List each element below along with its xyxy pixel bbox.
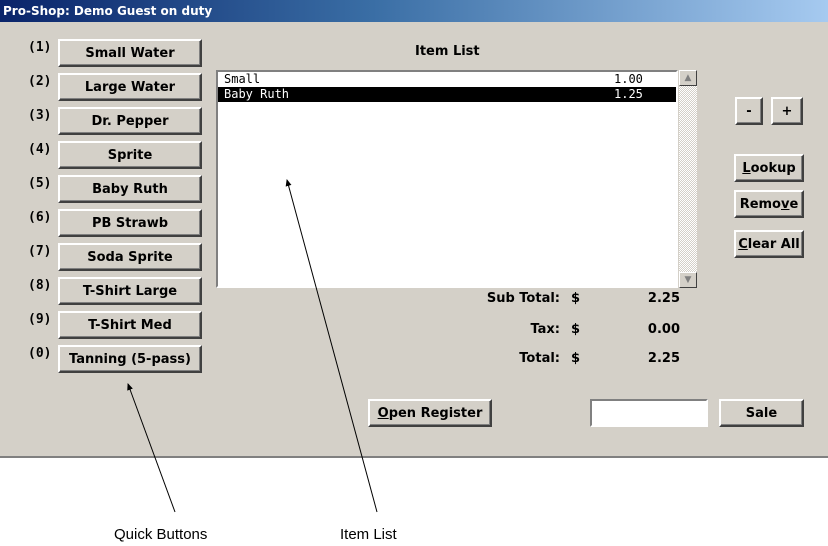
scroll-down-arrow-icon[interactable]: ▼ <box>679 272 697 288</box>
clear-all-label: lear All <box>747 236 800 252</box>
quick-button-dr-pepper[interactable]: Dr. Pepper <box>58 107 202 135</box>
item-price: 1.25 <box>614 87 643 101</box>
window-title: Pro-Shop: Demo Guest on duty <box>0 0 828 22</box>
quick-button-large-water[interactable]: Large Water <box>58 73 202 101</box>
increment-button[interactable]: + <box>771 97 803 125</box>
quick-key-8: (8) <box>28 278 52 293</box>
quick-key-3: (3) <box>28 108 52 123</box>
quick-key-6: (6) <box>28 210 52 225</box>
subtotal-currency: $ <box>571 291 581 306</box>
clear-all-mnemonic: C <box>738 236 748 252</box>
open-register-mnemonic: O <box>377 405 389 421</box>
quick-button-baby-ruth[interactable]: Baby Ruth <box>58 175 202 203</box>
quick-button-tshirt-med[interactable]: T-Shirt Med <box>58 311 202 339</box>
item-list-caption: Item List <box>340 526 397 543</box>
pro-shop-window: Pro-Shop: Demo Guest on duty (1) Small W… <box>0 0 828 458</box>
list-item-selected[interactable]: Baby Ruth 1.25 <box>218 87 676 102</box>
total-currency: $ <box>571 351 581 366</box>
lookup-button[interactable]: Lookup <box>734 154 804 182</box>
total-label: Total: <box>519 351 560 366</box>
item-name: Small <box>224 72 261 86</box>
quick-key-5: (5) <box>28 176 52 191</box>
item-name: Baby Ruth <box>224 87 290 101</box>
subtotal-label: Sub Total: <box>486 291 560 306</box>
quick-button-pb-strawb[interactable]: PB Strawb <box>58 209 202 237</box>
remove-label-rest: e <box>789 196 799 212</box>
tax-currency: $ <box>571 322 581 337</box>
remove-label-pre: Remo <box>739 196 781 212</box>
item-list-heading: Item List <box>415 44 480 59</box>
quick-button-small-water[interactable]: Small Water <box>58 39 202 67</box>
open-register-button[interactable]: Open Register <box>368 399 492 427</box>
decrement-button[interactable]: - <box>735 97 763 125</box>
sale-button[interactable]: Sale <box>719 399 804 427</box>
quick-button-tanning[interactable]: Tanning (5-pass) <box>58 345 202 373</box>
quick-key-4: (4) <box>28 142 52 157</box>
list-item[interactable]: Small 1.00 <box>218 72 676 87</box>
quick-key-9: (9) <box>28 312 52 327</box>
quick-buttons-caption: Quick Buttons <box>114 526 208 543</box>
subtotal-value: 2.25 <box>647 291 680 306</box>
quick-button-soda-sprite[interactable]: Soda Sprite <box>58 243 202 271</box>
item-price: 1.00 <box>614 72 643 86</box>
tax-label: Tax: <box>530 322 560 337</box>
remove-button[interactable]: Remo v e <box>734 190 804 218</box>
remove-mnemonic: v <box>781 196 790 212</box>
quick-button-tshirt-large[interactable]: T-Shirt Large <box>58 277 202 305</box>
quick-key-0: (0) <box>28 346 52 361</box>
lookup-label: ookup <box>750 160 796 176</box>
amount-input[interactable] <box>590 399 708 427</box>
quick-key-1: (1) <box>28 40 52 55</box>
item-listbox[interactable]: Small 1.00 Baby Ruth 1.25 <box>216 70 678 288</box>
list-scrollbar[interactable]: ▲ ▼ <box>679 70 697 288</box>
quick-key-2: (2) <box>28 74 52 89</box>
scroll-up-arrow-icon[interactable]: ▲ <box>679 70 697 86</box>
tax-value: 0.00 <box>647 322 680 337</box>
lookup-mnemonic: L <box>742 160 751 176</box>
quick-key-7: (7) <box>28 244 52 259</box>
quick-button-sprite[interactable]: Sprite <box>58 141 202 169</box>
clear-all-button[interactable]: Clear All <box>734 230 804 258</box>
total-value: 2.25 <box>647 351 680 366</box>
open-register-label: pen Register <box>388 405 483 421</box>
